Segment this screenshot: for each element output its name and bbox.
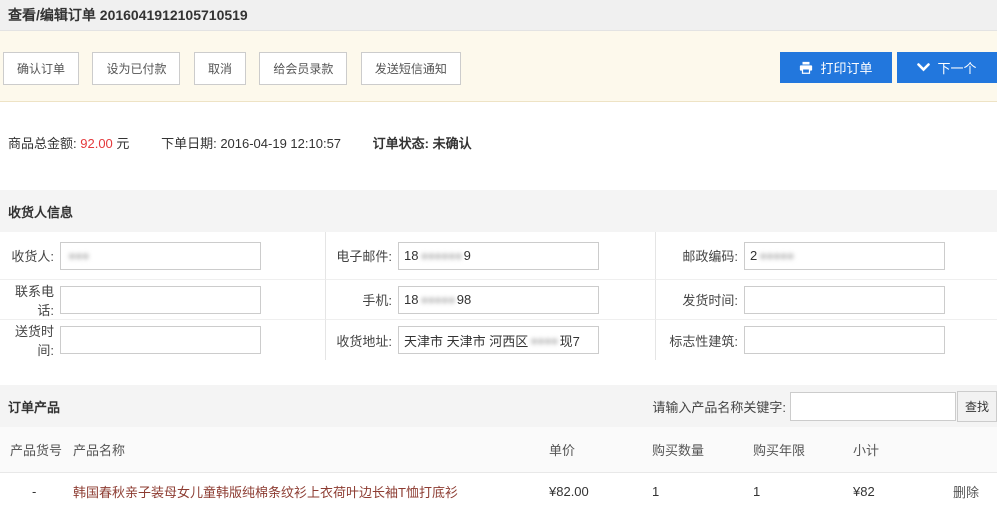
print-order-label: 打印订单 — [820, 58, 872, 77]
send-sms-button[interactable]: 发送短信通知 — [361, 52, 461, 85]
product-qty: 1 — [652, 484, 753, 499]
address-input[interactable]: 天津市 天津市 河西区●●●●现7 — [398, 326, 599, 354]
product-price: ¥82.00 — [549, 484, 652, 499]
total-amount: 商品总金额: 92.00 元 — [8, 136, 129, 151]
products-table-header: 产品货号 产品名称 单价 购买数量 购买年限 小计 — [0, 427, 997, 473]
delete-product-link[interactable]: 删除 — [953, 482, 997, 501]
col-subtotal: 小计 — [853, 440, 953, 459]
order-status: 订单状态: 未确认 — [373, 136, 472, 151]
email-input[interactable]: 18●●●●●●9 — [398, 242, 599, 270]
product-name-link[interactable]: 韩国春秋亲子装母女儿童韩版纯棉条纹衫上衣荷叶边长袖T恤打底衫 — [73, 482, 549, 501]
page-title: 查看/编辑订单 2016041912105710519 — [8, 5, 248, 25]
consignee-section-title: 收货人信息 — [8, 202, 73, 221]
phone-input[interactable] — [60, 286, 261, 314]
product-search-input[interactable] — [790, 392, 956, 421]
confirm-order-button[interactable]: 确认订单 — [3, 52, 79, 85]
product-sku: - — [0, 484, 73, 499]
order-date: 下单日期: 2016-04-19 12:10:57 — [161, 136, 341, 151]
field-email: 电子邮件: 18●●●●●●9 — [326, 232, 656, 280]
col-price: 单价 — [549, 440, 652, 459]
next-order-label: 下一个 — [937, 58, 976, 77]
order-status-value: 未确认 — [433, 136, 472, 151]
chevron-down-icon — [917, 63, 930, 72]
spacer — [0, 377, 997, 385]
ship-time-input[interactable] — [744, 286, 945, 314]
member-credit-button[interactable]: 给会员录款 — [259, 52, 347, 85]
col-name: 产品名称 — [73, 440, 549, 459]
page-header: 查看/编辑订单 2016041912105710519 — [0, 0, 997, 31]
product-search-button[interactable]: 查找 — [957, 391, 997, 422]
products-section-title: 订单产品 — [8, 397, 60, 416]
next-order-button[interactable]: 下一个 — [897, 52, 997, 83]
set-paid-button[interactable]: 设为已付款 — [92, 52, 180, 85]
col-years: 购买年限 — [753, 440, 853, 459]
cancel-button[interactable]: 取消 — [194, 52, 246, 85]
order-summary: 商品总金额: 92.00 元 下单日期: 2016-04-19 12:10:57… — [0, 102, 997, 190]
product-subtotal: ¥82 — [853, 484, 953, 499]
field-delivery-time: 送货时间: — [0, 320, 326, 360]
products-section-header: 订单产品 请输入产品名称关键字: 查找 — [0, 385, 997, 427]
col-sku: 产品货号 — [0, 440, 73, 459]
consignee-input[interactable]: ●●● — [60, 242, 261, 270]
col-qty: 购买数量 — [652, 440, 753, 459]
field-ship-time: 发货时间: — [656, 280, 997, 320]
delivery-time-input[interactable] — [60, 326, 261, 354]
total-amount-value: 92.00 — [80, 136, 113, 151]
printer-icon — [799, 61, 813, 75]
field-zipcode: 邮政编码: 2●●●●● — [656, 232, 997, 280]
product-row: - 韩国春秋亲子装母女儿童韩版纯棉条纹衫上衣荷叶边长袖T恤打底衫 ¥82.00 … — [0, 473, 997, 509]
field-mobile: 手机: 18●●●●●98 — [326, 280, 656, 320]
landmark-input[interactable] — [744, 326, 945, 354]
product-years: 1 — [753, 484, 853, 499]
field-landmark: 标志性建筑: — [656, 320, 997, 360]
consignee-section-header: 收货人信息 — [0, 190, 997, 232]
order-date-value: 2016-04-19 12:10:57 — [220, 136, 341, 151]
field-consignee: 收货人: ●●● — [0, 232, 326, 280]
field-address: 收货地址: 天津市 天津市 河西区●●●●现7 — [326, 320, 656, 360]
mobile-input[interactable]: 18●●●●●98 — [398, 286, 599, 314]
product-search: 请输入产品名称关键字: 查找 — [652, 391, 997, 421]
print-order-button[interactable]: 打印订单 — [780, 52, 892, 83]
product-search-label: 请输入产品名称关键字: — [652, 397, 786, 416]
consignee-form: 收货人: ●●● 电子邮件: 18●●●●●●9 邮政编码: 2●●●●● 联系… — [0, 232, 997, 377]
toolbar: 确认订单 设为已付款 取消 给会员录款 发送短信通知 打印订单 下一个 — [0, 31, 997, 102]
zipcode-input[interactable]: 2●●●●● — [744, 242, 945, 270]
field-phone: 联系电话: — [0, 280, 326, 320]
